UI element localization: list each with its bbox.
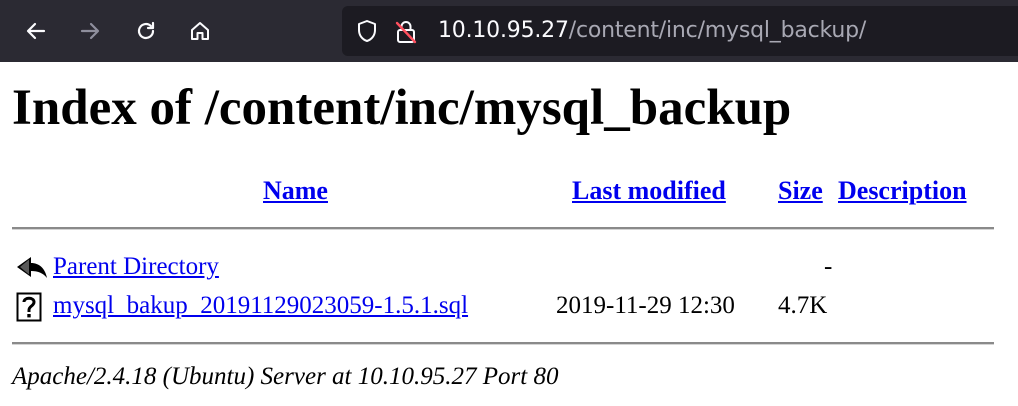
address-bar[interactable]: 10.10.95.27/content/inc/mysql_backup/: [342, 6, 1018, 56]
last-modified-value: 2019-11-29 12:30: [556, 292, 735, 319]
forward-arrow-icon: [80, 22, 100, 40]
page-content: Index of /content/inc/mysql_backup Name …: [0, 62, 1018, 406]
header-divider: [12, 227, 994, 230]
insecure-lock-icon: [395, 21, 417, 44]
url-path: /content/inc/mysql_backup/: [568, 18, 867, 43]
back-button[interactable]: [18, 12, 54, 50]
column-header-size[interactable]: Size: [778, 176, 823, 206]
reload-icon: [137, 21, 155, 40]
table-row: Parent Directory -: [0, 252, 1018, 282]
table-row: mysql_bakup_20191129023059-1.5.1.sql 201…: [0, 291, 1018, 322]
column-header-description[interactable]: Description: [838, 176, 967, 206]
home-icon: [191, 22, 209, 40]
browser-toolbar: 10.10.95.27/content/inc/mysql_backup/: [0, 0, 1018, 62]
shield-icon: [358, 20, 376, 42]
server-signature: Apache/2.4.18 (Ubuntu) Server at 10.10.9…: [12, 363, 559, 390]
back-arrow-icon: [26, 22, 46, 40]
reload-button[interactable]: [128, 12, 164, 50]
column-header-last-modified[interactable]: Last modified: [572, 176, 726, 206]
unknown-file-icon: [16, 292, 42, 330]
file-size: -: [824, 253, 833, 280]
file-size: 4.7K: [778, 292, 828, 319]
tracking-protection-button[interactable]: [356, 19, 378, 48]
url-host: 10.10.95.27: [438, 18, 569, 43]
column-header-name[interactable]: Name: [263, 176, 328, 206]
page-title: Index of /content/inc/mysql_backup: [12, 80, 792, 136]
back-icon: [15, 254, 49, 290]
site-info-button[interactable]: [394, 19, 418, 50]
footer-divider: [12, 342, 994, 345]
file-link[interactable]: mysql_bakup_20191129023059-1.5.1.sql: [53, 291, 468, 321]
forward-button[interactable]: [72, 12, 108, 50]
parent-directory-link[interactable]: Parent Directory: [53, 252, 219, 282]
url-text[interactable]: 10.10.95.27/content/inc/mysql_backup/: [438, 18, 866, 44]
home-button[interactable]: [182, 12, 218, 50]
